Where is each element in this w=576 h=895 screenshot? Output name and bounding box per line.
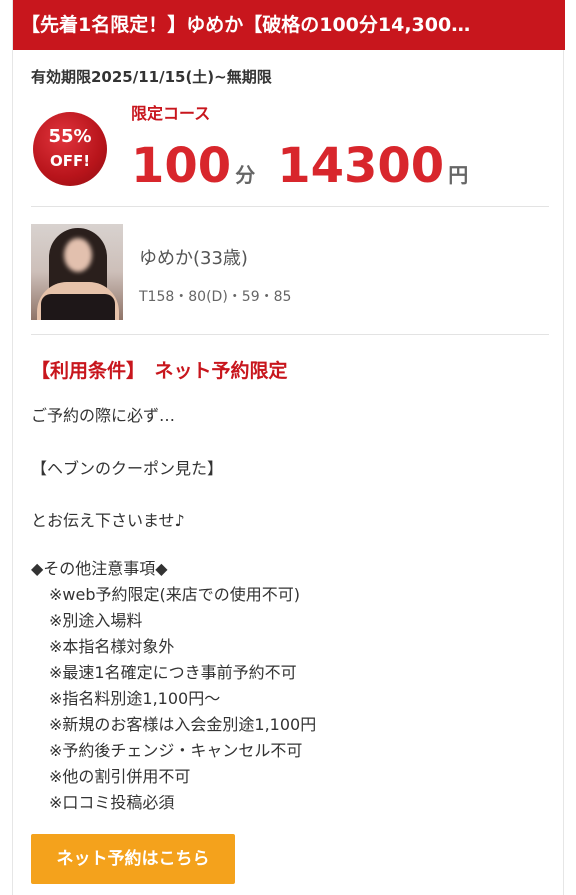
note-item: ※本指名様対象外 [49,637,175,656]
note-item: ※web予約限定(来店での使用不可) [49,585,300,604]
notes-heading: ◆その他注意事項◆ [31,559,168,578]
divider [31,334,549,335]
discount-off-label: OFF! [49,152,91,170]
net-reservation-button[interactable]: ネット予約はこちら [31,834,235,884]
notes-list: ◆その他注意事項◆ ※web予約限定(来店での使用不可) ※別途入場料 ※本指名… [31,556,316,816]
course-price: 100 分 14300 円 [131,136,468,196]
coupon-card: 【先着1名限定！】ゆめか【破格の100分14,300… 有効期限2025/11/… [12,0,565,895]
course-minutes: 100 [131,138,232,194]
price-unit: 円 [448,163,469,187]
divider [31,206,549,207]
message-line-1: ご予約の際に必ず… [31,406,176,425]
message-line-3: とお伝え下さいませ♪ [31,511,185,530]
course-price-value: 14300 [277,138,445,194]
expiry-date: 有効期限2025/11/15(土)~無期限 [31,68,272,86]
coupon-title[interactable]: 【先着1名限定！】ゆめか【破格の100分14,300… [13,0,565,50]
discount-badge: 55% OFF! [33,112,107,186]
page-margin [0,0,12,895]
note-item: ※他の割引併用不可 [49,767,191,786]
minutes-unit: 分 [235,163,256,187]
note-item: ※最速1名確定につき事前予約不可 [49,663,297,682]
profile-name[interactable]: ゆめか(33歳) [139,244,248,270]
note-item: ※新規のお客様は入会金別途1,100円 [49,715,317,734]
discount-percent: 55% [48,126,92,147]
note-item: ※別途入場料 [49,611,143,630]
message-line-2: 【ヘブンのクーポン見た】 [31,459,224,478]
profile-stats: T158・80(D)・59・85 [139,289,292,305]
course-label: 限定コース [131,104,211,123]
profile-photo[interactable] [31,224,123,320]
note-item: ※口コミ投稿必須 [49,793,175,812]
conditions-heading: 【利用条件】 ネット予約限定 [31,360,288,382]
note-item: ※指名料別途1,100円～ [49,689,221,708]
note-item: ※予約後チェンジ・キャンセル不可 [49,741,303,760]
